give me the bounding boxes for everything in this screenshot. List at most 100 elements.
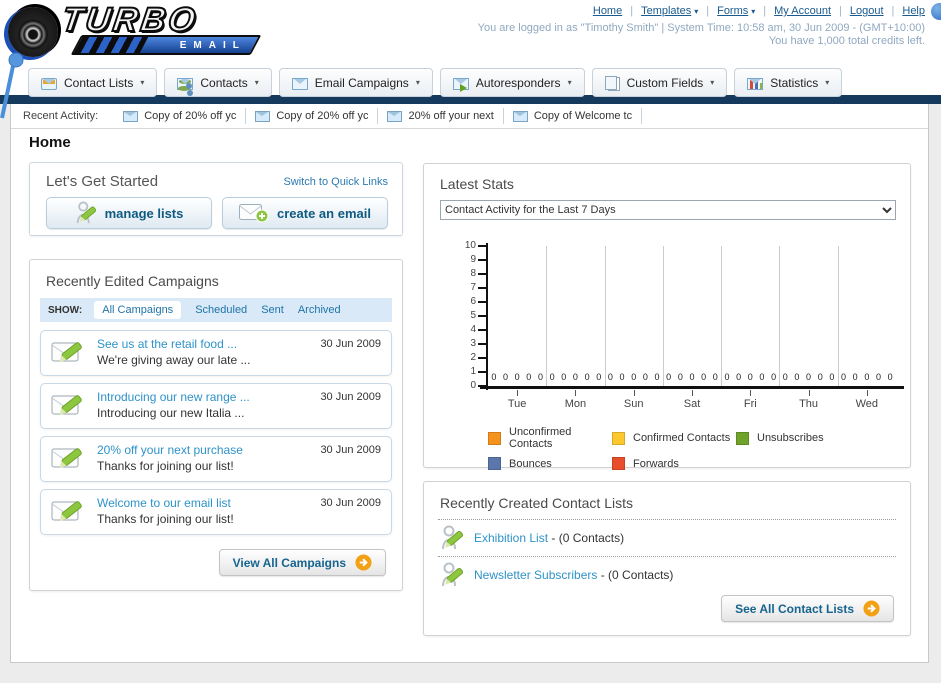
create-email-label: create an email — [277, 205, 371, 221]
statistics-icon — [747, 78, 764, 90]
nav-tab[interactable]: Email Campaigns ▾ — [278, 68, 433, 97]
campaign-subtitle: Thanks for joining our list! — [97, 459, 234, 473]
campaign-filter-tab[interactable]: Archived — [298, 304, 341, 316]
stats-chart: 0 1 2 3 4 5 6 7 8 9 10 Tue 0 0 0 0 0 Mon 0 0 0 0 0 Sun 0 0 0 0 0 Sat 0… — [440, 236, 904, 418]
chart-xlabel: Fri — [743, 398, 757, 410]
top-nav-link[interactable]: Templates — [641, 5, 691, 17]
chart-val: 0 — [759, 372, 765, 382]
campaign-subtitle: Introducing our new Italia ... — [97, 406, 245, 420]
chart-ylabel: 10 — [464, 240, 476, 251]
top-nav-link[interactable]: Forms — [717, 5, 748, 17]
nav-tab-label: Contact Lists — [64, 75, 134, 90]
manage-lists-label: manage lists — [104, 205, 184, 221]
chart-val: 0 — [654, 372, 660, 382]
main-nav-tabs: Contact Lists ▾ Contacts ▾ Email Campaig… — [28, 68, 843, 97]
campaign-filter-tab[interactable]: All Campaigns — [94, 301, 182, 319]
chart-val: 0 — [736, 372, 742, 382]
top-nav-link[interactable]: My Account — [774, 5, 831, 17]
nav-tab[interactable]: Autoresponders ▾ — [439, 68, 585, 97]
campaign-filter-tab[interactable]: Scheduled — [195, 304, 247, 316]
legend-item: Forwards — [612, 457, 736, 470]
recent-activity-item[interactable]: Copy of Welcome tc — [504, 108, 643, 124]
legend-label: Unconfirmed Contacts — [509, 426, 572, 450]
legend-item: Bounces — [488, 457, 612, 470]
chart-xtick — [866, 390, 868, 396]
chart-val: 0 — [537, 372, 543, 382]
top-nav-item: Templates ▾ — [641, 5, 717, 17]
recent-activity-items: Copy of 20% off yc Copy of 20% off yc 20… — [114, 104, 643, 128]
campaign-filter-bar: SHOW: All Campaigns Scheduled Sent Archi… — [40, 298, 392, 322]
help-indicator-dot — [931, 3, 941, 20]
chart-val: 0 — [864, 372, 870, 382]
chart-ytick — [478, 357, 486, 359]
chart-sep — [721, 246, 723, 386]
chart-val: 0 — [526, 372, 532, 382]
person-pencil-icon — [442, 525, 464, 550]
contact-list-items: Exhibition List(0 Contacts) — [424, 520, 910, 593]
top-nav-link[interactable]: Logout — [850, 5, 884, 17]
recent-activity-item-label: Copy of Welcome tc — [533, 110, 633, 122]
chart-xtick — [808, 390, 810, 396]
chart-xaxis — [480, 386, 904, 389]
envelope-pencil-icon — [51, 448, 82, 469]
recent-activity-bar: Recent Activity: Copy of 20% off yc Copy… — [11, 104, 928, 129]
legend-label: Unsubscribes — [757, 432, 824, 444]
see-all-contact-lists-button[interactable]: See All Contact Lists — [721, 595, 894, 622]
legend-swatch — [488, 457, 501, 470]
chart-val: 0 — [584, 372, 590, 382]
latest-stats-title: Latest Stats — [440, 176, 514, 192]
chart-val: 0 — [491, 372, 497, 382]
campaign-filter-tab[interactable]: Sent — [261, 304, 284, 316]
chart-sep — [662, 246, 664, 386]
caret-down-icon: ▾ — [710, 78, 715, 87]
get-started-header: Let's Get Started Switch to Quick Links — [30, 163, 402, 190]
contact-list-item: Newsletter Subscribers(0 Contacts) — [438, 557, 896, 593]
chart-ytick — [478, 287, 486, 289]
chart-val: 0 — [724, 372, 730, 382]
stats-report-select[interactable]: Contact Activity for the Last 7 Days — [440, 200, 896, 220]
chart-ylabel: 2 — [470, 352, 476, 363]
recent-activity-item[interactable]: Copy of 20% off yc — [114, 108, 247, 124]
app-logo[interactable]: TURBO EMAIL — [8, 0, 262, 57]
recent-activity-item[interactable]: 20% off your next — [378, 108, 504, 124]
top-nav-link[interactable]: Home — [593, 5, 622, 17]
nav-tab[interactable]: Custom Fields ▾ — [591, 68, 728, 97]
top-nav: Home ▾ Templates ▾ Forms ▾ My Account ▾ … — [593, 5, 925, 17]
chart-sep — [604, 246, 606, 386]
manage-lists-button[interactable]: manage lists — [46, 197, 212, 229]
contact-lists-panel: Recently Created Contact Lists Exhibitio… — [423, 481, 911, 636]
chart-val: 0 — [666, 372, 672, 382]
orange-arrow-icon — [863, 600, 880, 617]
chart-val: 0 — [852, 372, 858, 382]
legend-swatch — [612, 431, 625, 445]
person-pencil-icon — [442, 562, 464, 587]
chart-ytick — [478, 273, 486, 275]
chart-val: 0 — [817, 372, 823, 382]
chart-ylabel: 6 — [470, 296, 476, 307]
logo-text: TURBO EMAIL — [58, 0, 262, 55]
chart-ytick — [478, 371, 486, 373]
chart-xlabel: Sat — [683, 398, 701, 410]
chart-xtick — [750, 390, 752, 396]
chart-xlabel: Thu — [799, 398, 819, 410]
chart-val: 0 — [782, 372, 788, 382]
caret-down-icon: ▾ — [694, 6, 699, 16]
contact-list-link[interactable]: Newsletter Subscribers — [474, 568, 597, 582]
nav-tab[interactable]: Statistics ▾ — [734, 68, 843, 97]
login-status-text: You are logged in as "Timothy Smith" | S… — [477, 22, 925, 34]
top-nav-item: My Account ▾ — [774, 5, 850, 17]
contact-lists-icon — [41, 78, 57, 90]
campaign-date: 30 Jun 2009 — [320, 338, 381, 350]
top-nav-item: Logout ▾ — [850, 5, 903, 17]
contact-list-link[interactable]: Exhibition List — [474, 531, 548, 545]
top-nav-link[interactable]: Help — [902, 5, 925, 17]
nav-tab[interactable]: Contacts ▾ — [164, 68, 272, 97]
logo-subtitle: EMAIL — [179, 39, 246, 51]
contact-lists-title: Recently Created Contact Lists — [440, 495, 633, 511]
nav-tab[interactable]: Contact Lists ▾ — [28, 68, 158, 97]
show-label: SHOW: — [48, 304, 83, 316]
view-all-campaigns-button[interactable]: View All Campaigns — [218, 549, 386, 576]
switch-quick-links-link[interactable]: Switch to Quick Links — [283, 176, 388, 188]
recent-activity-item[interactable]: Copy of 20% off yc — [246, 108, 379, 124]
create-email-button[interactable]: create an email — [222, 197, 388, 229]
